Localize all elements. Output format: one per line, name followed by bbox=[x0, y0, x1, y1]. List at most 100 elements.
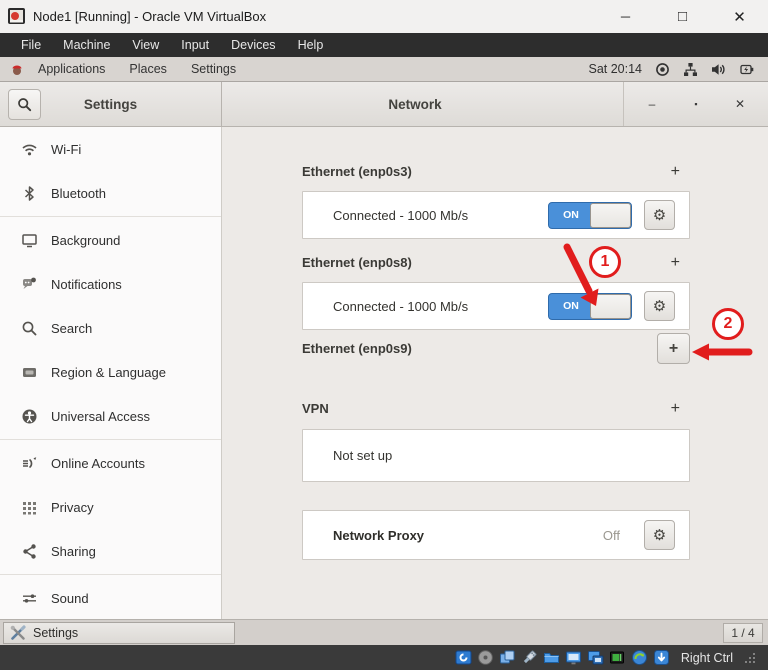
network-proxy-row[interactable]: Network Proxy Off ⚙ bbox=[302, 510, 690, 560]
sidebar-item-region-language[interactable]: Region & Language bbox=[0, 350, 221, 394]
sidebar-item-background[interactable]: Background bbox=[0, 218, 221, 262]
menu-machine[interactable]: Machine bbox=[52, 33, 121, 57]
sharing-icon bbox=[23, 543, 36, 559]
sidebar-item-wifi[interactable]: Wi-Fi bbox=[0, 127, 221, 171]
distro-icon bbox=[12, 65, 22, 75]
connection-status: Connected - 1000 Mb/s bbox=[333, 207, 469, 223]
gnome-top-bar: Applications Places Settings Sat 20:14 bbox=[0, 57, 768, 82]
hard-disks-icon[interactable] bbox=[455, 649, 472, 666]
gear-icon: ⚙ bbox=[652, 527, 667, 544]
privacy-icon bbox=[23, 501, 36, 514]
shared-clipboard-icon[interactable] bbox=[631, 649, 648, 666]
sidebar-item-bluetooth[interactable]: Bluetooth bbox=[0, 171, 221, 215]
background-icon bbox=[22, 233, 37, 247]
panel-maximize-icon[interactable]: ▪ bbox=[674, 99, 718, 109]
sidebar-item-sound[interactable]: Sound bbox=[0, 576, 221, 619]
ethernet-enp0s8-settings-button[interactable]: ⚙ bbox=[644, 291, 675, 321]
sidebar-item-sharing[interactable]: Sharing bbox=[0, 529, 221, 573]
sidebar-item-online-accounts[interactable]: Online Accounts bbox=[0, 441, 221, 485]
ethernet-enp0s3-settings-button[interactable]: ⚙ bbox=[644, 200, 675, 230]
network-wired-icon[interactable] bbox=[683, 62, 698, 77]
topbar-applications[interactable]: Applications bbox=[26, 57, 117, 81]
vpn-status: Not set up bbox=[333, 448, 393, 463]
annotation-step-1: 1 bbox=[589, 246, 621, 278]
proxy-settings-button[interactable]: ⚙ bbox=[644, 520, 675, 550]
taskbar-settings-button[interactable]: Settings bbox=[3, 621, 235, 644]
settings-sidebar: Wi-Fi Bluetooth Background Notifications… bbox=[0, 127, 222, 619]
search-button[interactable] bbox=[8, 88, 41, 120]
mouse-integration-icon[interactable] bbox=[653, 649, 670, 666]
titlebar: Node1 [Running] - Oracle VM VirtualBox ─… bbox=[0, 0, 768, 33]
toggle-knob bbox=[590, 202, 631, 228]
section-vpn: VPN + bbox=[302, 400, 690, 417]
workspace-pager[interactable]: 1 / 4 bbox=[723, 622, 763, 643]
settings-headerbar: Settings bbox=[0, 82, 222, 127]
virtualbox-vm-window: Node1 [Running] - Oracle VM VirtualBox ─… bbox=[0, 0, 768, 670]
sidebar-separator bbox=[0, 216, 221, 217]
screencast-icon[interactable] bbox=[655, 62, 670, 77]
wifi-icon bbox=[22, 144, 37, 155]
window-title: Node1 [Running] - Oracle VM VirtualBox bbox=[33, 9, 267, 24]
annotation-step-2: 2 bbox=[712, 308, 744, 340]
ethernet-enp0s8-toggle[interactable]: ON bbox=[548, 292, 632, 320]
topbar-settings[interactable]: Settings bbox=[179, 57, 248, 81]
section-label: Ethernet (enp0s9) bbox=[302, 341, 412, 356]
sidebar-item-search[interactable]: Search bbox=[0, 306, 221, 350]
sidebar-separator bbox=[0, 439, 221, 440]
menu-input[interactable]: Input bbox=[170, 33, 220, 57]
gear-icon: ⚙ bbox=[652, 207, 667, 224]
gear-icon: ⚙ bbox=[652, 298, 667, 315]
desktop-taskbar: Settings 1 / 4 bbox=[0, 619, 768, 645]
resize-grip[interactable] bbox=[744, 652, 756, 664]
vbox-menubar: File Machine View Input Devices Help bbox=[0, 33, 768, 57]
shared-folders-icon[interactable] bbox=[543, 649, 560, 666]
audio-icon[interactable] bbox=[499, 649, 516, 666]
universal-access-icon bbox=[22, 409, 37, 423]
optical-drives-icon[interactable] bbox=[477, 649, 494, 666]
sidebar-item-notifications[interactable]: Notifications bbox=[0, 262, 221, 306]
virtualbox-logo-icon bbox=[8, 8, 25, 24]
add-connection-icon[interactable]: + bbox=[671, 163, 690, 180]
search-icon bbox=[22, 321, 37, 335]
close-icon[interactable]: ✕ bbox=[711, 0, 768, 33]
proxy-state: Off bbox=[602, 527, 620, 543]
menu-devices[interactable]: Devices bbox=[220, 33, 286, 57]
maximize-icon[interactable]: □ bbox=[654, 0, 711, 33]
ethernet-enp0s9-add-button[interactable]: + bbox=[657, 333, 690, 364]
section-ethernet-enp0s9: Ethernet (enp0s9) + bbox=[302, 333, 690, 364]
ethernet-enp0s8-row[interactable]: Connected - 1000 Mb/s ON ⚙ bbox=[302, 282, 690, 330]
topbar-places[interactable]: Places bbox=[117, 57, 179, 81]
panel-close-icon[interactable]: ✕ bbox=[718, 97, 762, 111]
ethernet-enp0s3-toggle[interactable]: ON bbox=[548, 201, 632, 229]
sidebar-separator bbox=[0, 574, 221, 575]
network-panel: Ethernet (enp0s3) + Connected - 1000 Mb/… bbox=[222, 127, 768, 619]
network-icon[interactable] bbox=[609, 649, 626, 666]
menu-view[interactable]: View bbox=[121, 33, 170, 57]
clock[interactable]: Sat 20:14 bbox=[588, 62, 642, 76]
vbox-statusbar: Right Ctrl bbox=[0, 645, 768, 670]
panel-minimize-icon[interactable]: – bbox=[630, 97, 674, 111]
connection-status: Connected - 1000 Mb/s bbox=[333, 298, 469, 314]
proxy-label: Network Proxy bbox=[333, 527, 425, 543]
menu-file[interactable]: File bbox=[10, 33, 52, 57]
section-ethernet-enp0s3: Ethernet (enp0s3) + bbox=[302, 163, 690, 180]
notifications-icon bbox=[23, 277, 36, 289]
section-label: Ethernet (enp0s8) bbox=[302, 255, 412, 270]
volume-icon[interactable] bbox=[711, 62, 726, 77]
minimize-icon[interactable]: ─ bbox=[597, 0, 654, 33]
display-icon[interactable] bbox=[565, 649, 582, 666]
battery-charging-icon[interactable] bbox=[739, 62, 754, 77]
sound-icon bbox=[23, 593, 36, 603]
menu-help[interactable]: Help bbox=[287, 33, 335, 57]
vpn-row: Not set up bbox=[302, 429, 690, 482]
ethernet-enp0s3-row[interactable]: Connected - 1000 Mb/s ON ⚙ bbox=[302, 191, 690, 239]
add-connection-icon[interactable]: + bbox=[671, 254, 690, 271]
system-tray: Sat 20:14 bbox=[588, 62, 760, 77]
sidebar-item-universal-access[interactable]: Universal Access bbox=[0, 394, 221, 438]
settings-tools-icon bbox=[10, 624, 26, 640]
video-capture-icon[interactable] bbox=[587, 649, 604, 666]
section-label: VPN bbox=[302, 401, 329, 416]
add-vpn-icon[interactable]: + bbox=[671, 400, 690, 417]
sidebar-item-privacy[interactable]: Privacy bbox=[0, 485, 221, 529]
usb-icon[interactable] bbox=[521, 649, 538, 666]
